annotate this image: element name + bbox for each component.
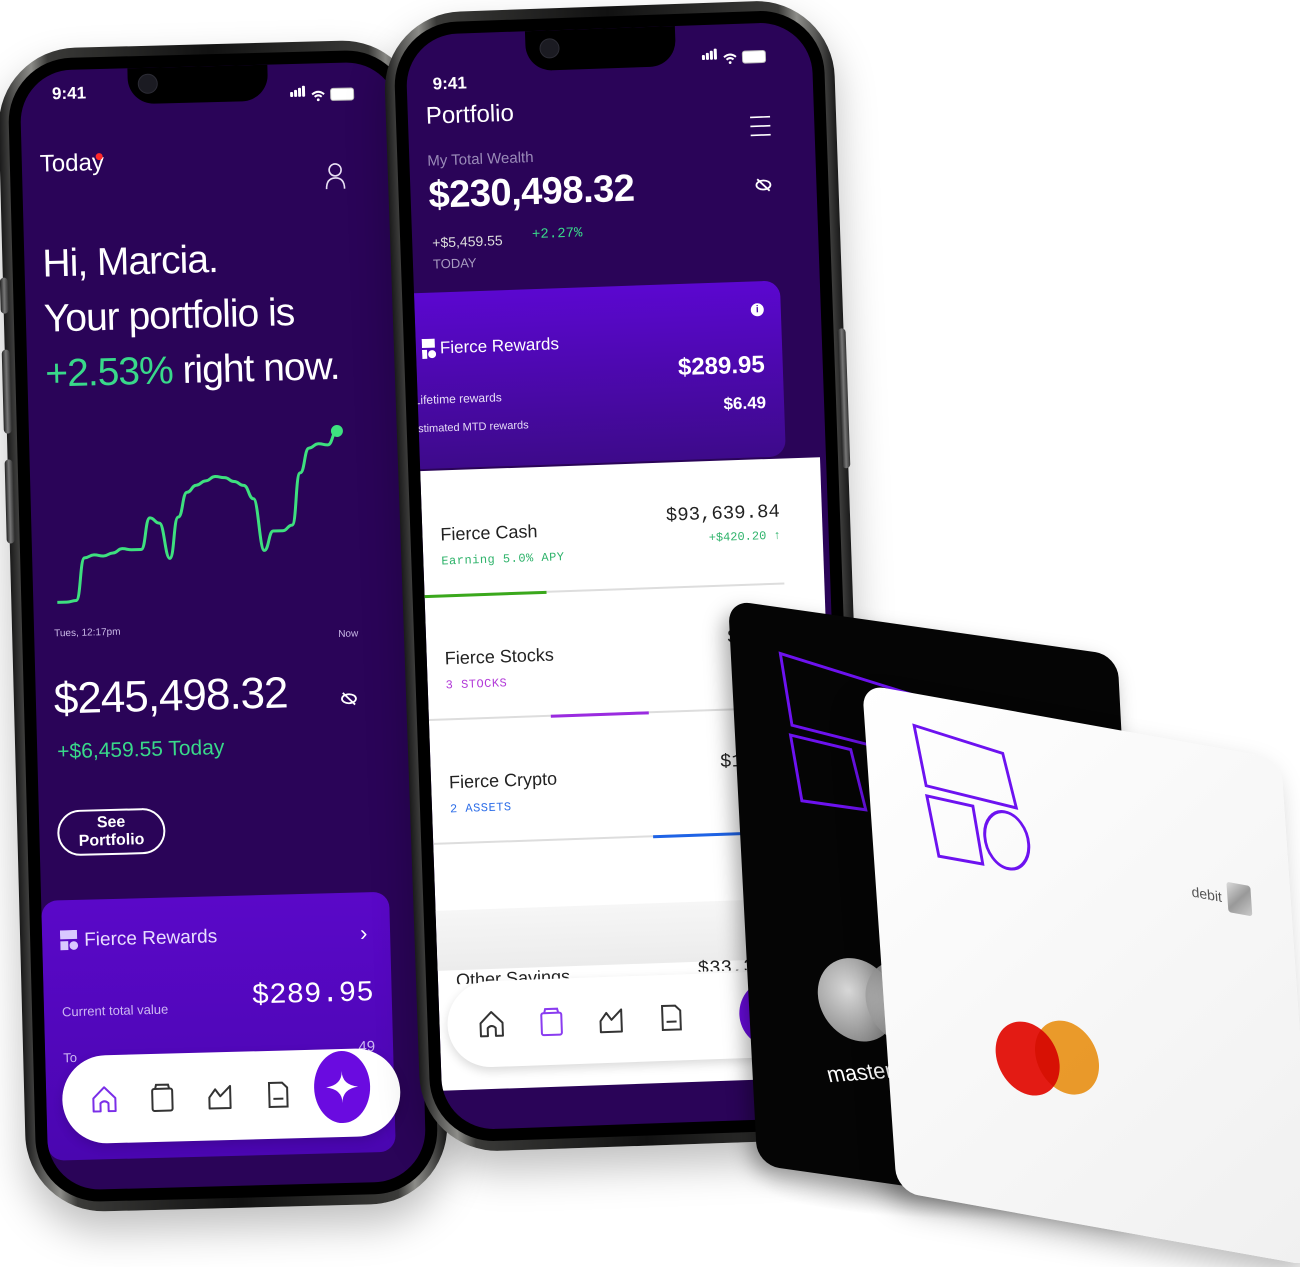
account-amount: $93,639.84 xyxy=(666,501,781,527)
phone-left-frame: 9:41 Today Hi, Marcia. Your portfolio is… xyxy=(0,39,449,1214)
page-title: Portfolio xyxy=(425,100,514,131)
front-camera xyxy=(539,38,560,59)
chip-icon xyxy=(1226,882,1252,917)
mtd-rewards-value: $6.49 xyxy=(723,393,766,414)
info-icon[interactable]: i xyxy=(751,303,764,316)
activity-chart-icon[interactable] xyxy=(595,1004,628,1035)
hide-balance-icon[interactable] xyxy=(754,177,773,194)
home-icon[interactable] xyxy=(475,1008,508,1039)
total-balance: $245,498.32 xyxy=(53,668,288,724)
total-wealth-label: My Total Wealth xyxy=(427,149,534,170)
signal-icon xyxy=(290,84,306,102)
documents-icon[interactable] xyxy=(655,1002,688,1033)
fierce-logo-icon xyxy=(422,339,437,359)
status-time: 9:41 xyxy=(52,83,87,104)
allocation-bar xyxy=(551,711,648,717)
chart-line xyxy=(53,431,341,602)
allocation-bar xyxy=(425,591,547,598)
account-sub: 2 ASSETS xyxy=(450,800,512,816)
lifetime-rewards-value: $289.95 xyxy=(678,351,766,382)
wifi-icon xyxy=(311,90,325,101)
portfolio-change-pct: +2.53% xyxy=(45,349,173,395)
rewards-row-partial: To xyxy=(63,1050,77,1065)
page-title: Today xyxy=(39,149,104,179)
see-portfolio-button[interactable]: See Portfolio xyxy=(57,808,166,857)
account-row[interactable]: Fierce Cash Earning 5.0% APY $93,639.84 … xyxy=(440,513,780,525)
profile-icon[interactable] xyxy=(324,161,347,192)
front-camera xyxy=(138,74,159,95)
signal-icon xyxy=(702,47,719,66)
rewards-current-value: $289.95 xyxy=(251,976,374,1012)
greeting-line3: +2.53% right now. xyxy=(45,339,340,402)
total-wealth-value: $230,498.32 xyxy=(428,168,635,218)
greeting-suffix: right now. xyxy=(172,345,340,392)
white-debit-card: debit xyxy=(862,684,1300,1267)
sparkle-icon xyxy=(324,1069,361,1106)
status-icons xyxy=(290,82,354,102)
menu-icon[interactable] xyxy=(748,115,773,138)
rewards-title: Fierce Rewards xyxy=(440,334,560,358)
portfolio-icon[interactable] xyxy=(146,1082,179,1113)
fierce-logo-icon xyxy=(908,722,1058,899)
greeting: Hi, Marcia. Your portfolio is +2.53% rig… xyxy=(42,229,340,402)
silent-switch xyxy=(0,278,9,314)
rewards-title: Fierce Rewards xyxy=(84,926,218,951)
chart-end-label: Now xyxy=(338,628,358,640)
battery-icon xyxy=(330,87,354,101)
portfolio-icon[interactable] xyxy=(535,1006,568,1037)
volume-up-button xyxy=(2,349,12,433)
notch xyxy=(127,65,268,105)
status-time: 9:41 xyxy=(432,73,467,94)
hide-balance-icon[interactable] xyxy=(340,690,358,706)
allocation-track xyxy=(425,583,785,598)
wifi-icon xyxy=(723,53,737,64)
portfolio-chart xyxy=(45,423,350,611)
volume-down-button xyxy=(5,459,15,543)
account-delta: +$420.20 ↑ xyxy=(708,529,780,546)
account-name: Fierce Stocks xyxy=(444,645,554,670)
documents-icon[interactable] xyxy=(262,1079,295,1110)
account-name: Fierce Crypto xyxy=(449,769,558,794)
battery-icon xyxy=(742,50,766,64)
home-icon[interactable] xyxy=(88,1084,121,1115)
account-name: Fierce Cash xyxy=(440,521,538,545)
wealth-period: TODAY xyxy=(433,255,477,272)
greeting-line1: Hi, Marcia. xyxy=(42,229,337,292)
mtd-rewards-label: Estimated MTD rewards xyxy=(411,419,529,435)
phone-left-bezel: 9:41 Today Hi, Marcia. Your portfolio is… xyxy=(7,49,439,1203)
wealth-change: +$5,459.55 xyxy=(432,232,503,250)
card-type-label: debit xyxy=(1191,883,1222,905)
gain-today: +$6,459.55 Today xyxy=(57,736,225,764)
power-button xyxy=(837,328,850,468)
rewards-card[interactable]: Fierce Rewards i Lifetime rewards $289.9… xyxy=(414,280,786,469)
wealth-change-pct: +2.27% xyxy=(532,225,583,243)
chart-start-label: Tues, 12:17pm xyxy=(54,627,121,640)
phone-left-screen: 9:41 Today Hi, Marcia. Your portfolio is… xyxy=(19,61,426,1191)
status-icons xyxy=(702,45,767,65)
account-sub: 3 STOCKS xyxy=(445,676,507,692)
notch xyxy=(525,26,676,71)
activity-chart-icon[interactable] xyxy=(204,1081,237,1112)
rewards-current-label: Current total value xyxy=(62,1002,169,1020)
lifetime-rewards-label: Lifetime rewards xyxy=(413,390,501,407)
fierce-logo-icon xyxy=(60,930,79,950)
chevron-right-icon[interactable]: › xyxy=(360,920,368,946)
account-sub: Earning 5.0% APY xyxy=(441,550,565,568)
mastercard-logo xyxy=(993,1008,1108,1109)
allocation-track xyxy=(433,830,793,845)
greeting-line2: Your portfolio is xyxy=(43,284,338,347)
